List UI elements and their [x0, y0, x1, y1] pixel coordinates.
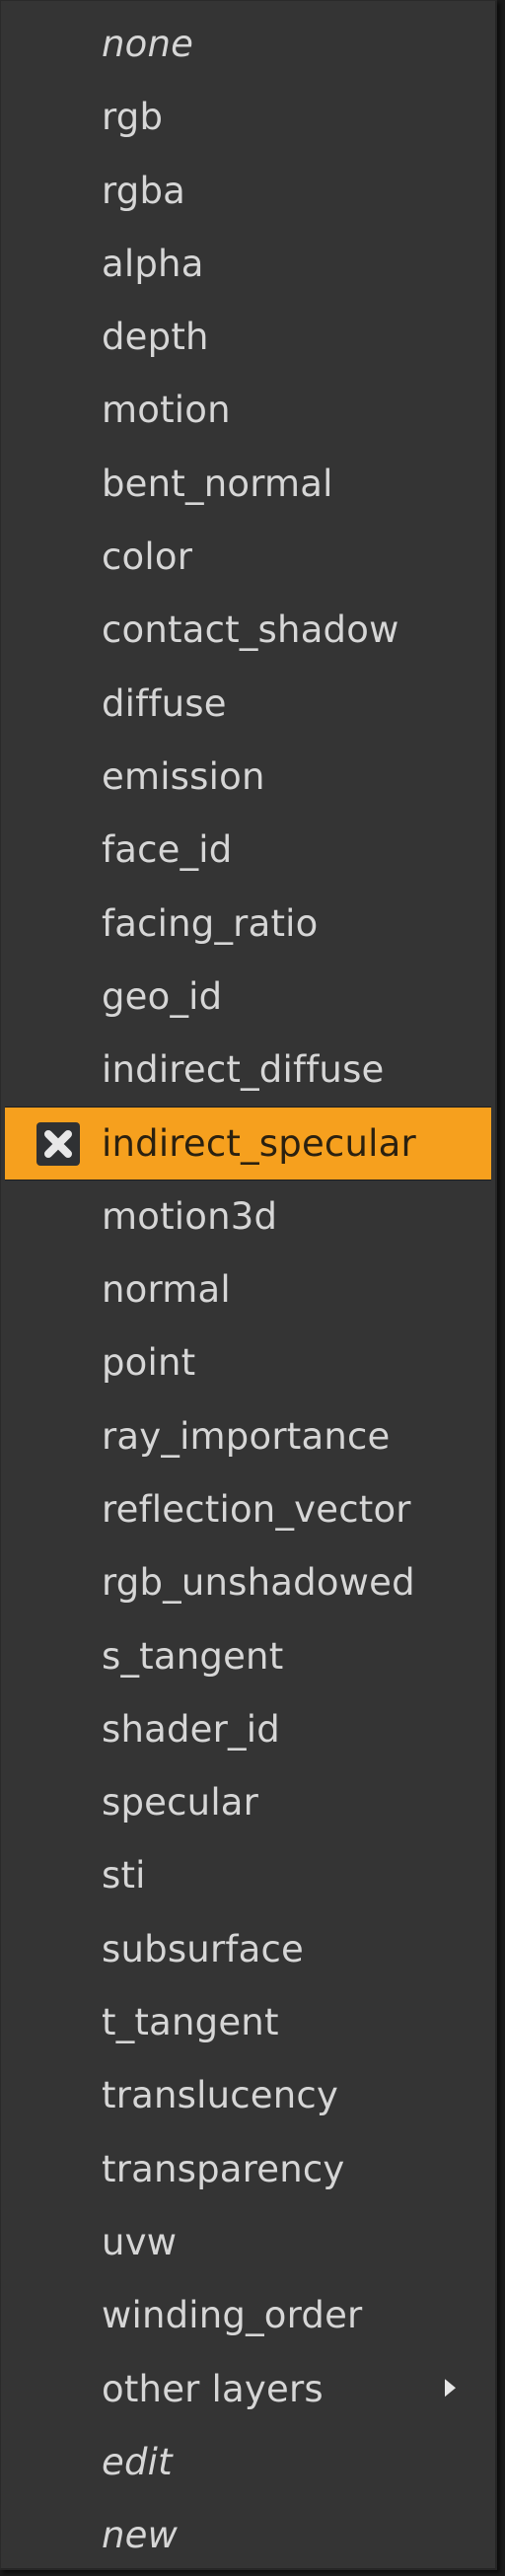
menu-item-label: geo_id [102, 974, 223, 1018]
menu-item-label: winding_order [102, 2294, 363, 2337]
menu-item-depth[interactable]: depth [1, 301, 495, 374]
menu-item-label: other layers [102, 2367, 324, 2410]
menu-item-indirect-diffuse[interactable]: indirect_diffuse [1, 1034, 495, 1107]
menu-item-label: specular [102, 1781, 259, 1825]
menu-item-label: bent_normal [102, 462, 333, 505]
menu-item-label: translucency [102, 2074, 339, 2117]
checked-box-icon [36, 1121, 80, 1166]
menu-item-label: ray_importance [102, 1414, 391, 1458]
menu-item-motion3d[interactable]: motion3d [1, 1181, 495, 1253]
menu-item-bent-normal[interactable]: bent_normal [1, 448, 495, 521]
menu-item-none[interactable]: none [1, 8, 495, 81]
menu-item-t-tangent[interactable]: t_tangent [1, 1986, 495, 2059]
menu-item-emission[interactable]: emission [1, 741, 495, 814]
menu-item-label: rgb [102, 96, 164, 139]
menu-item-label: transparency [102, 2147, 345, 2190]
menu-item-label: normal [102, 1268, 231, 1312]
menu-item-reflection-vector[interactable]: reflection_vector [1, 1473, 495, 1546]
menu-item-label: facing_ratio [102, 901, 319, 945]
menu-item-sti[interactable]: sti [1, 1839, 495, 1912]
menu-item-winding-order[interactable]: winding_order [1, 2279, 495, 2352]
menu-item-label: subsurface [102, 1927, 304, 1970]
menu-item-label: diffuse [102, 681, 227, 725]
menu-item-ray-importance[interactable]: ray_importance [1, 1400, 495, 1473]
menu-item-transparency[interactable]: transparency [1, 2133, 495, 2206]
menu-item-label: color [102, 536, 193, 579]
menu-item-label: rgba [102, 169, 186, 212]
menu-item-label: motion [102, 389, 231, 432]
menu-item-label: indirect_specular [102, 1122, 416, 1166]
menu-item-color[interactable]: color [1, 521, 495, 594]
menu-item-alpha[interactable]: alpha [1, 228, 495, 301]
menu-item-diffuse[interactable]: diffuse [1, 668, 495, 741]
menu-item-label: rgb_unshadowed [102, 1561, 415, 1605]
menu-item-label: point [102, 1341, 196, 1385]
menu-item-facing-ratio[interactable]: facing_ratio [1, 888, 495, 961]
menu-item-label: depth [102, 316, 209, 359]
menu-item-rgb[interactable]: rgb [1, 81, 495, 154]
menu-item-specular[interactable]: specular [1, 1766, 495, 1839]
menu-item-s-tangent[interactable]: s_tangent [1, 1620, 495, 1693]
menu-item-label: indirect_diffuse [102, 1048, 385, 1092]
menu-item-geo-id[interactable]: geo_id [1, 961, 495, 1034]
menu-item-uvw[interactable]: uvw [1, 2206, 495, 2279]
menu-item-label: uvw [102, 2220, 178, 2263]
menu-item-new[interactable]: new [1, 2499, 495, 2572]
menu-item-label: new [102, 2514, 179, 2557]
menu-item-other-layers[interactable]: other layers [1, 2353, 495, 2426]
menu-item-label: shader_id [102, 1707, 280, 1751]
menu-item-translucency[interactable]: translucency [1, 2059, 495, 2132]
menu-item-label: reflection_vector [102, 1487, 411, 1531]
menu-item-rgba[interactable]: rgba [1, 155, 495, 228]
menu-item-edit[interactable]: edit [1, 2426, 495, 2499]
menu-item-point[interactable]: point [1, 1326, 495, 1399]
menu-item-label: motion3d [102, 1194, 278, 1238]
menu-item-label: alpha [102, 242, 204, 285]
menu-item-label: sti [102, 1854, 146, 1897]
menu-item-label: edit [102, 2440, 173, 2483]
menu-item-face-id[interactable]: face_id [1, 814, 495, 887]
menu-item-shader-id[interactable]: shader_id [1, 1693, 495, 1766]
menu-item-label: emission [102, 754, 265, 798]
menu-item-label: s_tangent [102, 1634, 284, 1678]
menu-item-normal[interactable]: normal [1, 1253, 495, 1326]
submenu-arrow-icon [445, 2378, 456, 2397]
menu-item-label: face_id [102, 828, 233, 872]
menu-item-contact-shadow[interactable]: contact_shadow [1, 594, 495, 667]
menu-item-label: t_tangent [102, 2001, 279, 2044]
menu-item-motion[interactable]: motion [1, 374, 495, 447]
layer-dropdown-menu: none rgb rgba alpha depth motion bent_normalco… [0, 0, 497, 2570]
menu-item-label: contact_shadow [102, 608, 399, 652]
menu-item-label: none [102, 23, 194, 65]
menu-item-subsurface[interactable]: subsurface [1, 1913, 495, 1986]
menu-item-indirect-specular[interactable]: indirect_specular [5, 1107, 491, 1181]
menu-item-rgb-unshadowed[interactable]: rgb_unshadowed [1, 1546, 495, 1619]
